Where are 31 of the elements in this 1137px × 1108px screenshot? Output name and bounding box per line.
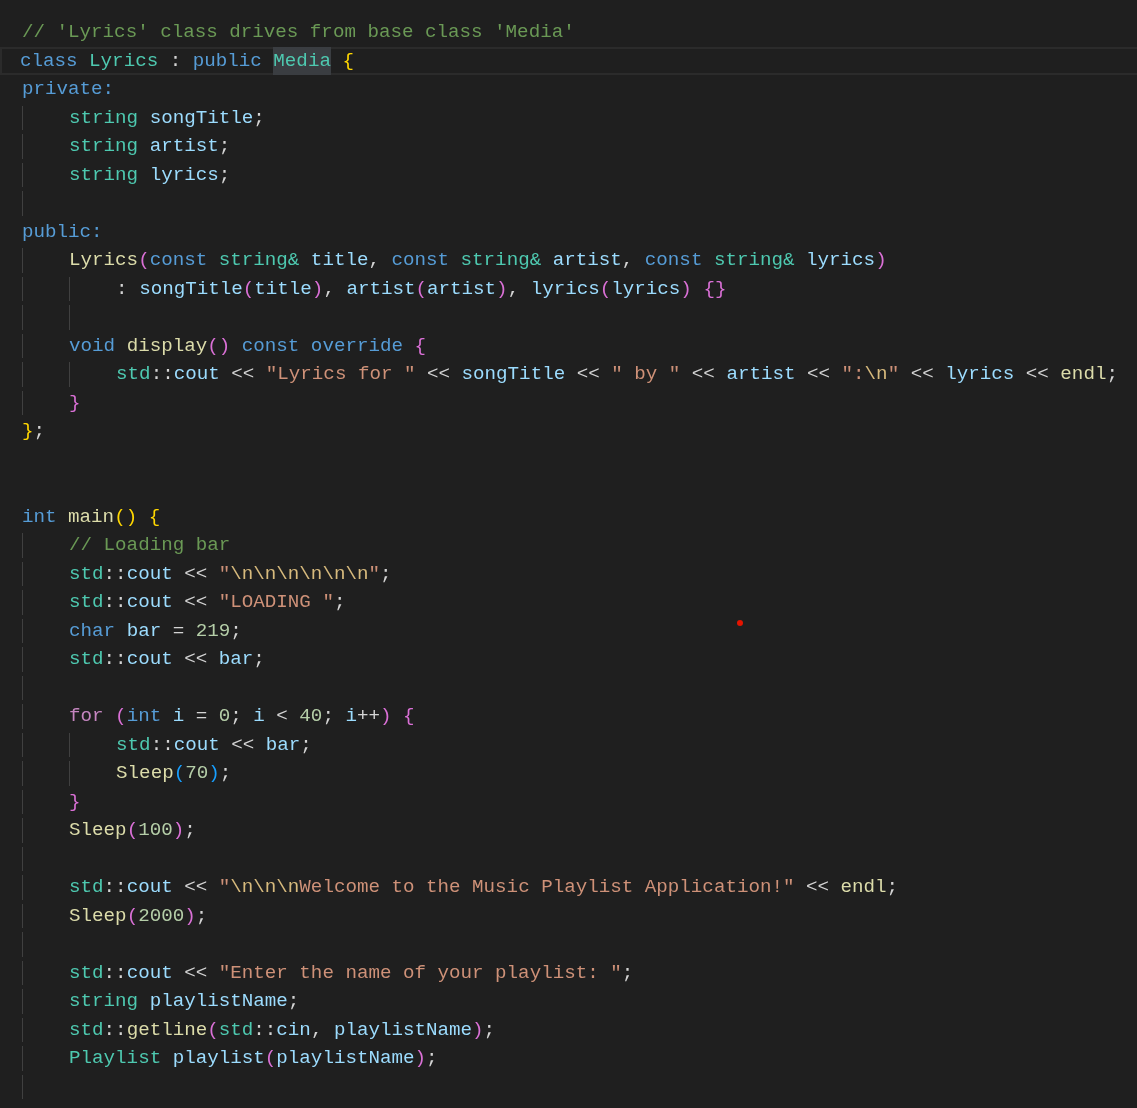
- code-line: std::cout << bar;: [69, 647, 265, 672]
- code-line: }: [69, 789, 81, 814]
- code-line: public:: [22, 219, 103, 244]
- code-line: Sleep(70);: [116, 761, 232, 786]
- code-line: std::cout << "Lyrics for " << songTitle << " by " << artist << ":\n" << lyrics << endl;: [116, 362, 1118, 387]
- dot-marker: [737, 620, 743, 626]
- code-line: class Lyrics : public Media {: [20, 48, 354, 73]
- code-line: string songTitle;: [69, 105, 265, 130]
- code-comment: // 'Lyrics' class drives from base class 'Media': [22, 20, 575, 45]
- code-line: Sleep(100);: [69, 818, 196, 843]
- code-line: int main() {: [22, 504, 161, 529]
- code-line: }: [69, 390, 81, 415]
- code-line: char bar = 219;: [69, 618, 242, 643]
- code-line: for (int i = 0; i < 40; i++) {: [69, 704, 415, 729]
- code-line: std::cout << "LOADING ";: [69, 590, 346, 615]
- code-line: };: [22, 419, 46, 444]
- code-line: Sleep(2000);: [69, 903, 208, 928]
- code-line: Playlist playlist(playlistName);: [69, 1046, 438, 1071]
- code-line: std::cout << "\n\n\nWelcome to the Music Playlist Application!" << endl;: [69, 875, 899, 900]
- code-line: string lyrics;: [69, 162, 231, 187]
- code-line: std::cout << "\n\n\n\n\n\n";: [69, 561, 392, 586]
- code-line: std::cout << "Enter the name of your playlist: ";: [69, 960, 634, 985]
- code-comment: // Loading bar: [69, 533, 231, 558]
- code-line: std::cout << bar;: [116, 732, 312, 757]
- code-line: : songTitle(title), artist(artist), lyrics(lyrics) {}: [116, 276, 727, 301]
- code-line: Lyrics(const string& title, const string& artist, const string& lyrics): [69, 248, 887, 273]
- code-line: string playlistName;: [69, 989, 300, 1014]
- code-line: string artist;: [69, 134, 231, 159]
- code-line: void display() const override {: [69, 333, 426, 358]
- code-line: std::getline(std::cin, playlistName);: [69, 1017, 496, 1042]
- code-line: private:: [22, 77, 115, 102]
